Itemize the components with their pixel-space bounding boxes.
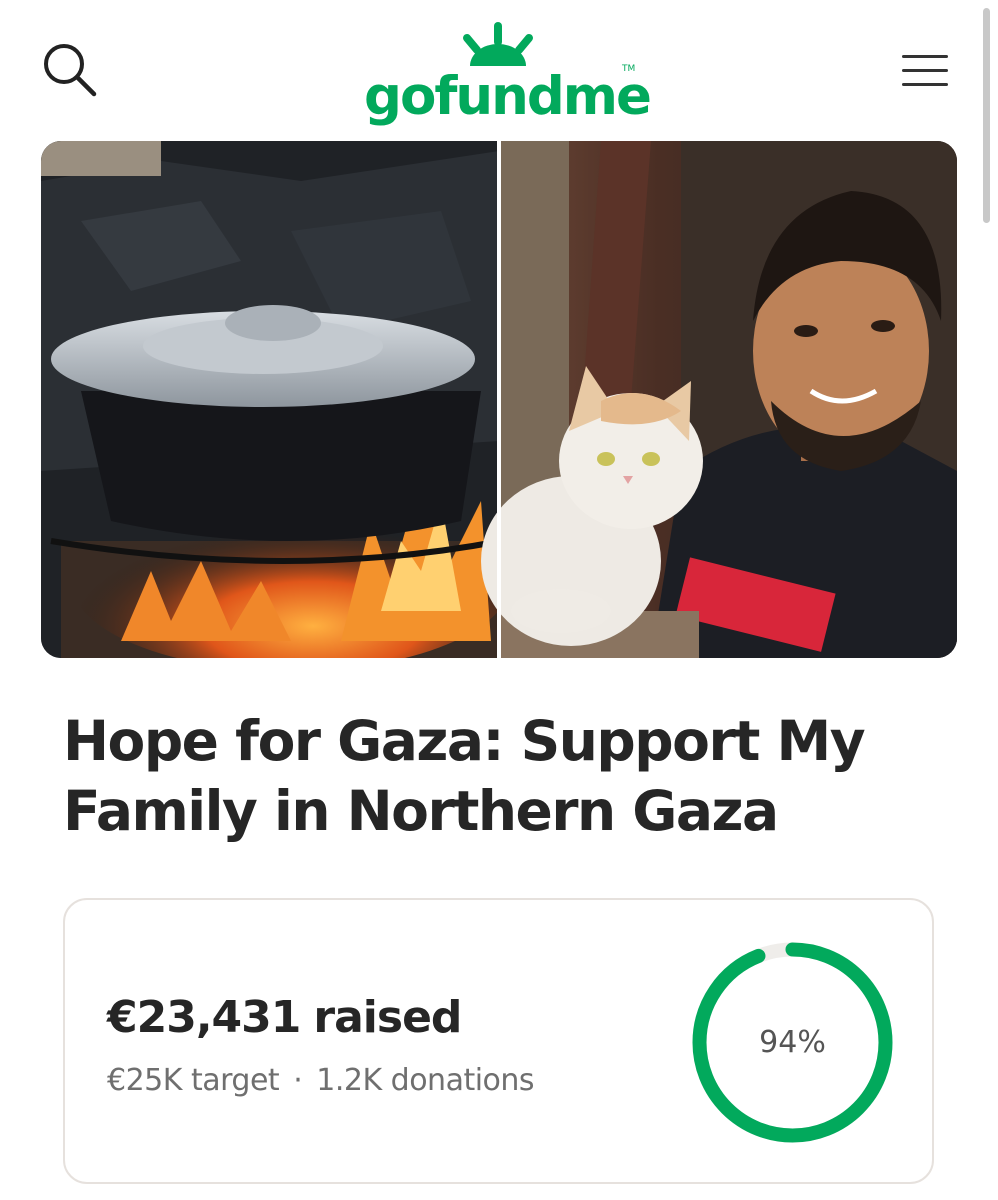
scrollbar[interactable] xyxy=(983,8,990,223)
raised-amount: €23,431 xyxy=(107,992,301,1043)
hero-photo-collage xyxy=(41,141,957,658)
stats-separator: · xyxy=(293,1063,303,1098)
campaign-stats: €25K target · 1.2K donations xyxy=(107,1063,535,1098)
amount-raised: €23,431 raised xyxy=(107,992,462,1043)
search-button[interactable] xyxy=(40,40,102,102)
gofundme-logo[interactable]: gofundme TM xyxy=(350,18,652,128)
campaign-title: Hope for Gaza: Support My Family in Nort… xyxy=(63,709,866,843)
menu-button[interactable] xyxy=(900,50,952,90)
campaign-page: gofundme TM Hope for Gaza: Support My Fa… xyxy=(0,0,998,1200)
search-icon xyxy=(44,44,97,97)
photo-cooking-pot xyxy=(41,141,511,658)
logo-wordmark: gofundme xyxy=(364,66,652,127)
target-amount: €25K target xyxy=(107,1063,280,1098)
donation-count: 1.2K donations xyxy=(316,1063,535,1098)
raised-label: raised xyxy=(313,992,462,1043)
progress-percent: 94% xyxy=(759,1025,826,1060)
top-header: gofundme TM xyxy=(0,0,998,223)
photo-man-with-cat xyxy=(481,141,957,658)
fundraising-progress-card[interactable]: €23,431 raised €25K target · 1.2K donation… xyxy=(63,898,934,1184)
campaign-hero-image[interactable] xyxy=(41,141,957,658)
logo-trademark: TM xyxy=(622,64,636,74)
